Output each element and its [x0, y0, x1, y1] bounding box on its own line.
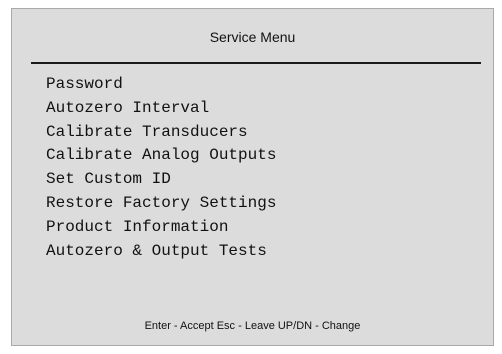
menu-item-set-custom-id[interactable]: Set Custom ID — [46, 168, 276, 192]
menu-item-autozero-output-tests[interactable]: Autozero & Output Tests — [46, 240, 276, 264]
title-divider — [31, 62, 481, 64]
menu-item-password[interactable]: Password — [46, 73, 276, 97]
menu-item-calibrate-analog-outputs[interactable]: Calibrate Analog Outputs — [46, 144, 276, 168]
menu-item-product-information[interactable]: Product Information — [46, 216, 276, 240]
service-menu-screen: Service Menu Password Autozero Interval … — [11, 8, 494, 346]
menu-list: Password Autozero Interval Calibrate Tra… — [46, 73, 276, 263]
menu-item-calibrate-transducers[interactable]: Calibrate Transducers — [46, 121, 276, 145]
menu-item-autozero-interval[interactable]: Autozero Interval — [46, 97, 276, 121]
menu-title: Service Menu — [209, 29, 296, 45]
key-hint-footer: Enter - Accept Esc - Leave UP/DN - Chang… — [144, 320, 361, 332]
menu-item-restore-factory-settings[interactable]: Restore Factory Settings — [46, 192, 276, 216]
